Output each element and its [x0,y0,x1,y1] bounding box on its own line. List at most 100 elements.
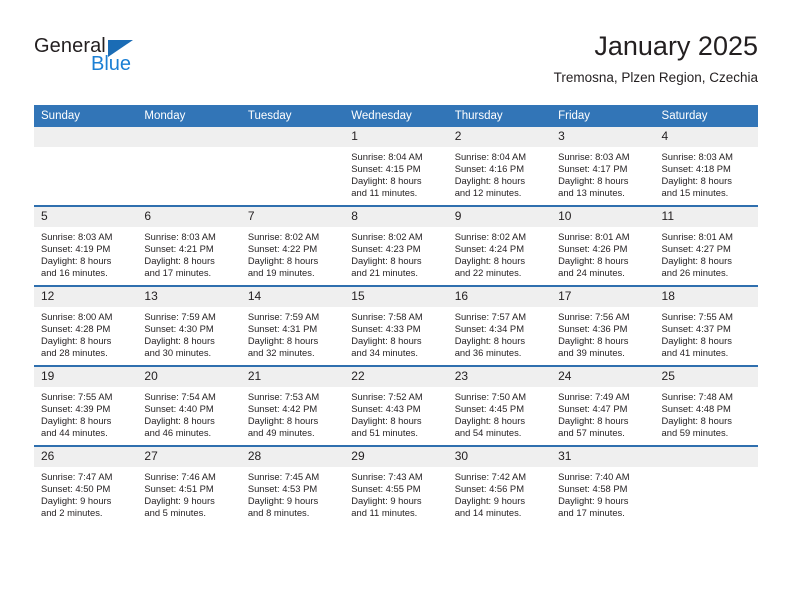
day-details: Sunrise: 7:58 AM Sunset: 4:33 PM Daylight:… [344,307,447,359]
calendar-day-cell[interactable]: 25 Sunrise: 7:48 AM Sunset: 4:48 PM Dayligh… [654,365,758,446]
sunrise-text: Sunrise: 7:55 AM [661,311,733,322]
day-details: Sunrise: 7:45 AM Sunset: 4:53 PM Daylight:… [241,467,344,519]
day-number: 23 [447,367,552,387]
day-details: Sunrise: 8:03 AM Sunset: 4:19 PM Daylight:… [34,227,137,279]
calendar-day-cell[interactable]: 8 Sunrise: 8:02 AM Sunset: 4:23 PM Daylight… [344,205,448,286]
daylight-text-line1: Daylight: 8 hours [454,415,526,427]
sunrise-text: Sunrise: 7:46 AM [144,471,216,482]
calendar-day-cell[interactable]: 24 Sunrise: 7:49 AM Sunset: 4:47 PM Dayligh… [551,365,655,446]
calendar-day-cell[interactable]: 7 Sunrise: 8:02 AM Sunset: 4:22 PM Daylight… [240,205,345,286]
title-block: January 2025 Tremosna, Plzen Region, Cze… [554,30,758,86]
calendar-grid: Sunday Monday Tuesday Wednesday Thursday… [34,105,758,525]
page-subtitle: Tremosna, Plzen Region, Czechia [553,70,758,85]
calendar-day-cell[interactable]: 30 Sunrise: 7:42 AM Sunset: 4:56 PM Dayligh… [447,445,552,525]
day-number: 7 [240,207,345,227]
logo-text-blue: Blue [91,53,132,75]
calendar-day-cell[interactable]: 13 Sunrise: 7:59 AM Sunset: 4:30 PM Dayligh… [137,285,241,366]
daylight-text-line1: Daylight: 8 hours [661,255,732,267]
day-details: Sunrise: 8:04 AM Sunset: 4:15 PM Daylight:… [344,147,447,199]
sunrise-text: Sunrise: 7:49 AM [558,391,630,402]
calendar-day-cell[interactable]: 18 Sunrise: 7:55 AM Sunset: 4:37 PM Dayligh… [654,285,758,366]
calendar-day-cell[interactable]: 26 Sunrise: 7:47 AM Sunset: 4:50 PM Dayligh… [34,445,138,525]
calendar-day-cell[interactable]: 31 Sunrise: 7:40 AM Sunset: 4:58 PM Dayligh… [551,445,655,525]
calendar-day-cell[interactable]: 1 Sunrise: 8:04 AM Sunset: 4:15 PM Daylight… [344,127,448,206]
sunset-text: Sunset: 4:26 PM [558,243,628,255]
sunrise-text: Sunrise: 8:03 AM [144,231,216,242]
calendar-day-cell[interactable]: 28 Sunrise: 7:45 AM Sunset: 4:53 PM Dayligh… [240,445,345,525]
calendar-day-cell[interactable]: 27 Sunrise: 7:46 AM Sunset: 4:51 PM Dayligh… [137,445,241,525]
daylight-text-line1: Daylight: 8 hours [558,255,629,267]
day-number: 11 [654,207,758,227]
calendar-day-cell[interactable]: 10 Sunrise: 8:01 AM Sunset: 4:26 PM Dayligh… [551,205,655,286]
sunset-text: Sunset: 4:47 PM [558,403,628,415]
calendar-day-cell[interactable]: 3 Sunrise: 8:03 AM Sunset: 4:17 PM Daylight… [551,127,655,206]
page-title: January 2025 [594,31,758,61]
calendar-page: General Blue January 2025 Tremosna, Plze… [0,0,792,612]
calendar-day-cell[interactable]: 23 Sunrise: 7:50 AM Sunset: 4:45 PM Dayligh… [447,365,552,446]
generalblue-logo[interactable]: General Blue [34,35,234,85]
sunrise-text: Sunrise: 8:03 AM [661,151,733,162]
day-number: 24 [551,367,655,387]
day-details: Sunrise: 7:53 AM Sunset: 4:42 PM Daylight:… [241,387,344,439]
calendar-day-cell[interactable]: 21 Sunrise: 7:53 AM Sunset: 4:42 PM Dayligh… [240,365,345,446]
sunrise-text: Sunrise: 7:43 AM [351,471,423,482]
weekday-header-tuesday: Tuesday [240,105,345,127]
daylight-text-line2: and 46 minutes. [144,427,212,439]
sunset-text: Sunset: 4:58 PM [558,483,628,495]
daylight-text-line2: and 13 minutes. [558,187,625,199]
calendar-day-cell[interactable]: 12 Sunrise: 8:00 AM Sunset: 4:28 PM Dayligh… [34,285,138,366]
calendar-week-row: 5 Sunrise: 8:03 AM Sunset: 4:19 PM Daylight… [34,205,758,286]
sunset-text: Sunset: 4:39 PM [41,403,111,415]
calendar-day-cell[interactable]: 14 Sunrise: 7:59 AM Sunset: 4:31 PM Dayligh… [240,285,345,366]
calendar-day-cell[interactable]: 6 Sunrise: 8:03 AM Sunset: 4:21 PM Daylight… [137,205,241,286]
day-number: 27 [137,447,241,467]
day-details: Sunrise: 7:55 AM Sunset: 4:37 PM Daylight:… [655,307,758,359]
calendar-day-cell[interactable]: 9 Sunrise: 8:02 AM Sunset: 4:24 PM Daylight… [447,205,552,286]
daylight-text-line2: and 57 minutes. [558,427,625,439]
sunset-text: Sunset: 4:36 PM [558,323,628,335]
sunrise-text: Sunrise: 7:47 AM [41,471,113,482]
sunrise-text: Sunrise: 8:01 AM [558,231,630,242]
calendar-day-cell[interactable]: 15 Sunrise: 7:58 AM Sunset: 4:33 PM Dayligh… [344,285,448,366]
day-details: Sunrise: 8:02 AM Sunset: 4:23 PM Daylight:… [344,227,447,279]
daylight-text-line2: and 39 minutes. [558,347,625,359]
daylight-text-line1: Daylight: 8 hours [351,335,422,347]
daylight-text-line1: Daylight: 8 hours [661,175,732,187]
day-details: Sunrise: 7:57 AM Sunset: 4:34 PM Daylight:… [448,307,551,359]
calendar-table: Sunday Monday Tuesday Wednesday Thursday… [34,105,758,525]
calendar-day-cell[interactable]: 22 Sunrise: 7:52 AM Sunset: 4:43 PM Dayligh… [344,365,448,446]
daylight-text-line2: and 51 minutes. [351,427,418,439]
day-details: Sunrise: 8:03 AM Sunset: 4:21 PM Daylight:… [137,227,240,279]
day-number: 6 [137,207,241,227]
calendar-day-cell[interactable]: 29 Sunrise: 7:43 AM Sunset: 4:55 PM Dayligh… [344,445,448,525]
daylight-text-line2: and 30 minutes. [144,347,212,359]
daylight-text-line1: Daylight: 8 hours [144,255,215,267]
calendar-day-cell[interactable]: 16 Sunrise: 7:57 AM Sunset: 4:34 PM Dayligh… [447,285,552,366]
calendar-day-cell[interactable]: 2 Sunrise: 8:04 AM Sunset: 4:16 PM Daylight… [447,127,552,206]
calendar-day-cell[interactable]: 20 Sunrise: 7:54 AM Sunset: 4:40 PM Dayligh… [137,365,241,446]
sunset-text: Sunset: 4:28 PM [41,323,111,335]
calendar-day-cell[interactable]: 5 Sunrise: 8:03 AM Sunset: 4:19 PM Daylight… [34,205,138,286]
sunset-text: Sunset: 4:18 PM [661,163,731,175]
sunset-text: Sunset: 4:15 PM [351,163,421,175]
daylight-text-line2: and 11 minutes. [351,507,418,519]
sunset-text: Sunset: 4:51 PM [144,483,214,495]
daylight-text-line2: and 59 minutes. [661,427,729,439]
daylight-text-line1: Daylight: 9 hours [454,495,526,507]
sunrise-text: Sunrise: 8:00 AM [41,311,113,322]
day-details: Sunrise: 8:04 AM Sunset: 4:16 PM Daylight:… [448,147,551,199]
day-number: 12 [34,287,138,307]
calendar-day-cell-empty [240,127,345,206]
day-number [34,127,138,147]
day-details: Sunrise: 8:03 AM Sunset: 4:17 PM Daylight:… [551,147,654,199]
calendar-day-cell[interactable]: 11 Sunrise: 8:01 AM Sunset: 4:27 PM Dayligh… [654,205,758,286]
daylight-text-line1: Daylight: 8 hours [41,415,112,427]
day-details: Sunrise: 8:00 AM Sunset: 4:28 PM Daylight:… [34,307,137,359]
calendar-day-cell[interactable]: 4 Sunrise: 8:03 AM Sunset: 4:18 PM Daylight… [654,127,758,206]
daylight-text-line1: Daylight: 8 hours [351,415,422,427]
calendar-day-cell[interactable]: 17 Sunrise: 7:56 AM Sunset: 4:36 PM Dayligh… [551,285,655,366]
weekday-header-saturday: Saturday [654,105,758,127]
day-details: Sunrise: 7:47 AM Sunset: 4:50 PM Daylight:… [34,467,137,519]
calendar-day-cell[interactable]: 19 Sunrise: 7:55 AM Sunset: 4:39 PM Dayligh… [34,365,138,446]
daylight-text-line2: and 19 minutes. [247,267,315,279]
